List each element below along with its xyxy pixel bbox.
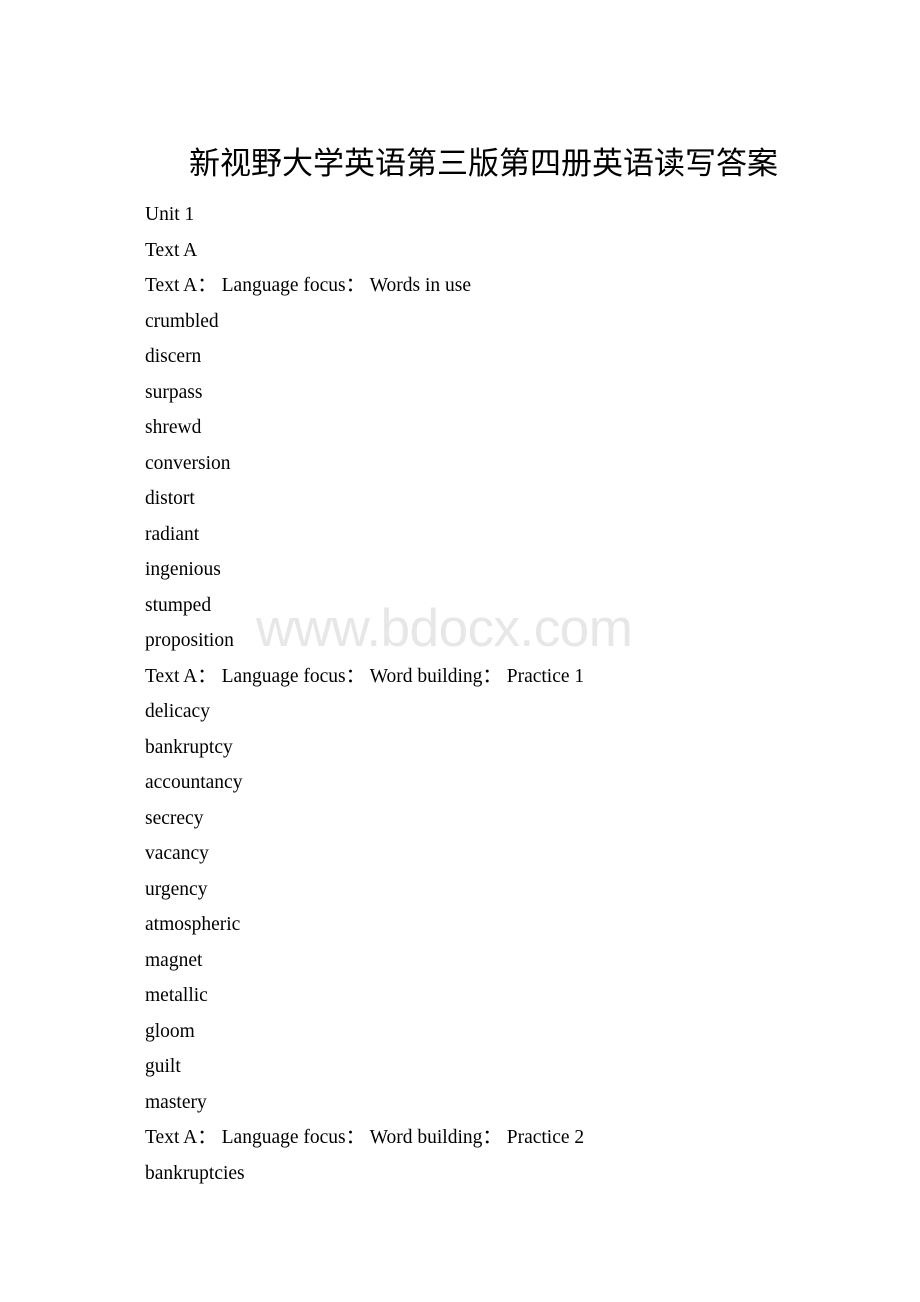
answer-item: guilt <box>145 1056 181 1077</box>
answer-item: delicacy <box>145 701 210 722</box>
document-page: www.bdocx.com 新视野大学英语第三版第四册英语读写答案 Unit 1… <box>0 0 920 1302</box>
answer-item: stumped <box>145 594 212 616</box>
answer-item: crumbled <box>145 310 219 332</box>
answer-item: urgency <box>145 878 208 900</box>
answer-item: bankruptcy <box>145 736 233 758</box>
answer-item: radiant <box>145 523 200 545</box>
section-heading: Text A <box>145 239 198 261</box>
section-heading: Unit 1 <box>145 204 195 225</box>
answer-item: mastery <box>145 1091 207 1113</box>
answer-item: proposition <box>145 630 234 651</box>
answer-item: gloom <box>145 1020 195 1042</box>
answer-item: accountancy <box>145 772 243 793</box>
answer-item: discern <box>145 346 202 367</box>
answer-item: metallic <box>145 985 208 1006</box>
answer-item: surpass <box>145 381 203 403</box>
answer-item: vacancy <box>145 843 209 864</box>
section-heading: Text A： Language focus： Word building： P… <box>145 1127 585 1148</box>
answer-item: conversion <box>145 452 231 474</box>
section-heading: Text A： Language focus： Words in use <box>145 275 471 296</box>
answer-item: secrecy <box>145 807 204 829</box>
page-title: 新视野大学英语第三版第四册英语读写答案 <box>189 146 778 181</box>
answer-item: atmospheric <box>145 914 241 935</box>
answer-item: distort <box>145 488 195 509</box>
answer-item: shrewd <box>145 417 202 438</box>
answer-item: magnet <box>145 949 203 971</box>
answer-item: bankruptcies <box>145 1162 245 1184</box>
answer-item: ingenious <box>145 559 221 580</box>
section-heading: Text A： Language focus： Word building： P… <box>145 665 585 687</box>
